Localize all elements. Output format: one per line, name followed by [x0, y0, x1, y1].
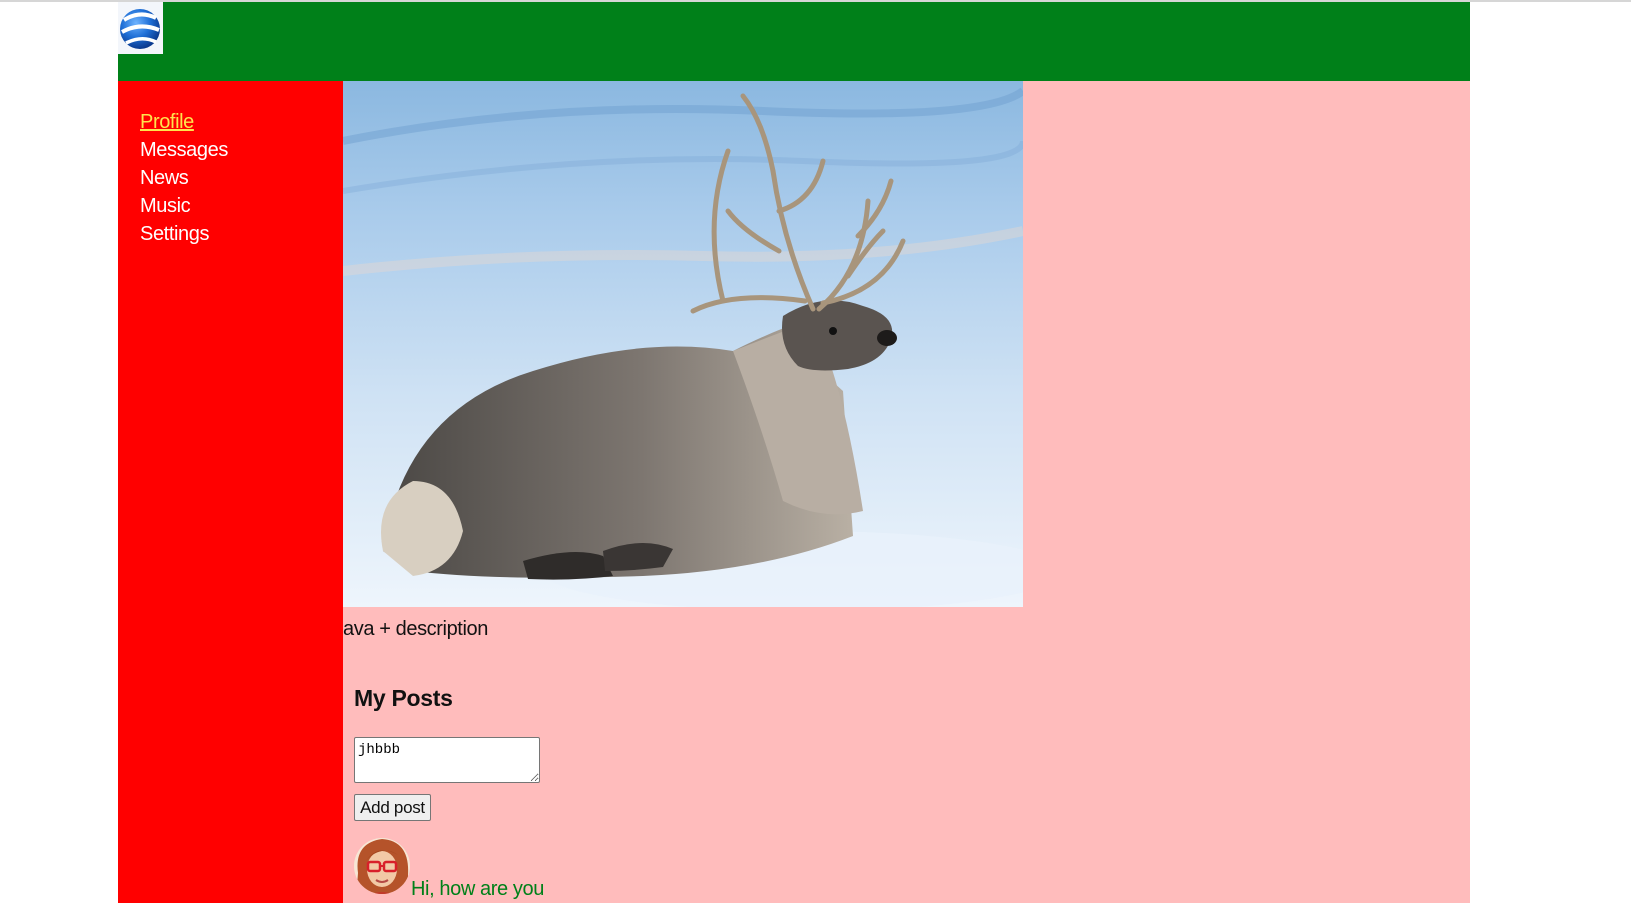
- app-wrapper: Profile Messages News Music Settings ava…: [118, 2, 1470, 903]
- profile-description: ava + description: [343, 618, 488, 640]
- reindeer-photo: [343, 81, 1023, 607]
- globe-logo-icon[interactable]: [118, 2, 163, 54]
- my-posts-title: My Posts: [354, 685, 453, 711]
- new-post-input[interactable]: jhbbb: [354, 737, 540, 783]
- nav-list: Profile Messages News Music Settings: [140, 108, 228, 248]
- add-post-button[interactable]: Add post: [354, 794, 431, 821]
- nav-item-profile[interactable]: Profile: [140, 108, 228, 136]
- nav-item-news[interactable]: News: [140, 164, 228, 192]
- profile-content: ava + description My Posts jhbbb Add pos…: [343, 81, 1470, 903]
- sidebar-nav: Profile Messages News Music Settings: [118, 81, 343, 903]
- nav-item-music[interactable]: Music: [140, 192, 228, 220]
- nav-item-settings[interactable]: Settings: [140, 220, 228, 248]
- post-text: Hi, how are you: [411, 878, 544, 900]
- app-header: [118, 2, 1470, 81]
- user-avatar: [354, 838, 410, 894]
- post-item: Hi, how are you: [354, 833, 954, 903]
- nav-item-messages[interactable]: Messages: [140, 136, 228, 164]
